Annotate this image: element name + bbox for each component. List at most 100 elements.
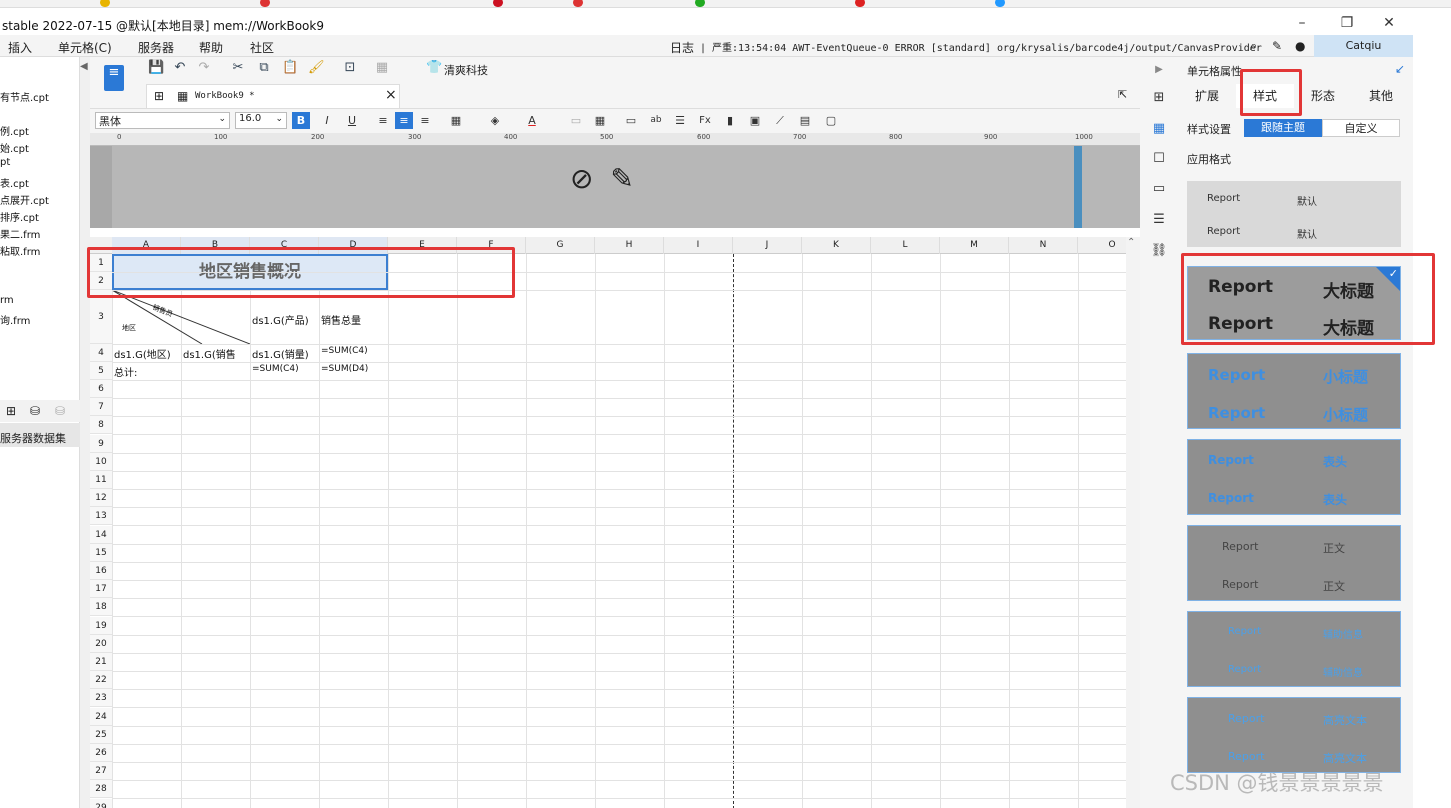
input-icon[interactable]: ▭ bbox=[622, 112, 640, 129]
subreport-icon[interactable]: ▤ bbox=[796, 112, 814, 129]
collapse-left-icon[interactable]: ◀ bbox=[80, 61, 88, 72]
align-center-icon[interactable]: ≡ bbox=[395, 112, 413, 129]
file-item[interactable]: 排序.cpt bbox=[0, 209, 39, 224]
cell-attr-icon[interactable]: ▦ bbox=[1150, 120, 1168, 138]
pencil-icon[interactable]: ✎ bbox=[610, 162, 633, 195]
font-color-icon[interactable]: A bbox=[523, 112, 541, 129]
bookmark-icon[interactable] bbox=[995, 0, 1005, 7]
edit-icon[interactable]: ✎ bbox=[1272, 39, 1282, 53]
preview-icon[interactable]: ⊡ bbox=[342, 60, 358, 76]
tab-other[interactable]: 其他 bbox=[1352, 84, 1410, 108]
menu-help[interactable]: 帮助 bbox=[199, 39, 223, 56]
format-swatch[interactable]: Report 小标题 Report 小标题 bbox=[1187, 353, 1401, 429]
row-header[interactable]: 5 bbox=[90, 362, 112, 380]
tab-expand[interactable]: 扩展 bbox=[1178, 84, 1236, 108]
fill-color-icon[interactable]: ◈ bbox=[486, 112, 504, 129]
menu-insert[interactable]: 插入 bbox=[8, 39, 32, 56]
column-header[interactable]: K bbox=[802, 237, 871, 254]
cell-c5[interactable]: =SUM(C4) bbox=[252, 364, 299, 374]
row-header[interactable]: 27 bbox=[90, 762, 112, 781]
row-header[interactable]: 6 bbox=[90, 380, 112, 398]
row-header[interactable]: 3 bbox=[90, 290, 112, 344]
cell-c4[interactable]: ds1.G(销量) bbox=[252, 346, 318, 361]
menu-cell[interactable]: 单元格(C) bbox=[58, 39, 112, 56]
expand-right-icon[interactable]: ▶ bbox=[1150, 61, 1168, 79]
row-header[interactable]: 24 bbox=[90, 707, 112, 726]
file-item[interactable]: 表.cpt bbox=[0, 175, 29, 190]
bookmark-icon[interactable] bbox=[573, 0, 583, 7]
maximize-button[interactable]: ❐ bbox=[1332, 13, 1362, 33]
row-header[interactable]: 19 bbox=[90, 616, 112, 635]
row-header[interactable]: 10 bbox=[90, 452, 112, 471]
cell-d4[interactable]: =SUM(C4) bbox=[321, 346, 368, 356]
pin-icon[interactable]: ↙ bbox=[1395, 62, 1405, 76]
row-header[interactable]: 7 bbox=[90, 398, 112, 417]
file-item[interactable]: 始.cpt bbox=[0, 140, 29, 155]
bookmark-icon[interactable] bbox=[493, 0, 503, 7]
file-item[interactable]: 果二.frm bbox=[0, 226, 40, 241]
italic-button[interactable]: I bbox=[318, 112, 336, 129]
custom-style-button[interactable]: 自定义 bbox=[1322, 119, 1400, 137]
column-header[interactable]: G bbox=[526, 237, 595, 254]
border-icon[interactable]: ▦ bbox=[447, 112, 465, 129]
file-item[interactable]: 询.frm bbox=[0, 312, 30, 327]
square-icon[interactable]: ☐ bbox=[1150, 150, 1168, 168]
cut-icon[interactable]: ✂ bbox=[230, 60, 246, 76]
row-header[interactable]: 14 bbox=[90, 525, 112, 544]
slash-icon[interactable]: ⟋ bbox=[771, 112, 789, 129]
cell-d3[interactable]: 销售总量 bbox=[321, 312, 361, 327]
cell-a5[interactable]: 总计: bbox=[114, 364, 137, 379]
column-header[interactable]: I bbox=[664, 237, 733, 254]
row-header[interactable]: 21 bbox=[90, 653, 112, 671]
format-brush-icon[interactable]: 🖌 bbox=[308, 60, 325, 76]
row-header[interactable]: 26 bbox=[90, 744, 112, 762]
bookmark-icon[interactable] bbox=[100, 0, 110, 7]
scroll-up-icon[interactable]: ⌃ bbox=[1127, 237, 1135, 248]
format-swatch[interactable]: Report 正文 Report 正文 bbox=[1187, 525, 1401, 601]
paste-icon[interactable]: 📋 bbox=[282, 60, 298, 76]
format-swatch[interactable]: Report 高亮文本 Report 高亮文本 bbox=[1187, 697, 1401, 773]
row-header[interactable]: 28 bbox=[90, 780, 112, 799]
undo-icon[interactable]: ↶ bbox=[172, 60, 188, 76]
user-account[interactable]: Catqiu bbox=[1314, 35, 1413, 57]
column-header[interactable]: L bbox=[871, 237, 940, 254]
text-icon[interactable]: ab bbox=[647, 112, 665, 129]
server-dataset-item[interactable]: 服务器数据集 bbox=[0, 423, 80, 447]
spreadsheet-grid[interactable]: A B C D E F G H I J K L M N O 地区销售概况 销售员… bbox=[90, 237, 1140, 808]
row-header[interactable]: 23 bbox=[90, 689, 112, 708]
row-header[interactable]: 17 bbox=[90, 580, 112, 599]
workbook-tab[interactable]: ⊞ ▦ WorkBook9 * × bbox=[146, 84, 400, 108]
font-size-select[interactable]: 16.0 ⌄ bbox=[235, 112, 287, 129]
format-swatch[interactable]: Report 辅助信息 Report 辅助信息 bbox=[1187, 611, 1401, 687]
row-header[interactable]: 29 bbox=[90, 798, 112, 808]
menu-server[interactable]: 服务器 bbox=[138, 39, 174, 56]
bookmark-icon[interactable] bbox=[695, 0, 705, 7]
row-header[interactable]: 18 bbox=[90, 598, 112, 617]
row-header[interactable]: 9 bbox=[90, 434, 112, 453]
file-item[interactable]: 例.cpt bbox=[0, 123, 29, 138]
layout-icon[interactable]: ⇱ bbox=[1118, 88, 1127, 101]
follow-theme-button[interactable]: 跟随主题 bbox=[1244, 119, 1322, 137]
column-header[interactable]: H bbox=[595, 237, 664, 254]
link-icon[interactable]: ⛓ bbox=[1150, 242, 1168, 260]
bold-button[interactable]: B bbox=[292, 112, 310, 129]
file-item[interactable]: pt bbox=[0, 157, 10, 168]
paragraph-icon[interactable]: ☰ bbox=[671, 112, 689, 129]
align-left-icon[interactable]: ≡ bbox=[374, 112, 392, 129]
tab-close-icon[interactable]: × bbox=[385, 87, 397, 103]
bell-icon[interactable]: ● bbox=[1295, 39, 1305, 53]
row-header[interactable]: 15 bbox=[90, 543, 112, 562]
row-header[interactable]: 8 bbox=[90, 416, 112, 435]
cell-b4[interactable]: ds1.G(销售 bbox=[183, 346, 249, 361]
collapse-strip[interactable]: ◀ bbox=[80, 57, 90, 808]
chart-icon[interactable]: ▮ bbox=[721, 112, 739, 129]
minimize-button[interactable]: – bbox=[1287, 13, 1317, 33]
file-item[interactable]: rm bbox=[0, 295, 14, 306]
cell-a4[interactable]: ds1.G(地区) bbox=[114, 346, 180, 361]
image-icon[interactable]: ▣ bbox=[746, 112, 764, 129]
bookmark-icon[interactable] bbox=[855, 0, 865, 7]
format-swatch[interactable]: Report 默认 Report 默认 bbox=[1187, 181, 1401, 247]
tab-label[interactable]: WorkBook9 * bbox=[195, 91, 255, 101]
theme-icon[interactable]: 👕 bbox=[426, 60, 442, 76]
new-template-icon[interactable]: ≡ bbox=[104, 65, 124, 91]
